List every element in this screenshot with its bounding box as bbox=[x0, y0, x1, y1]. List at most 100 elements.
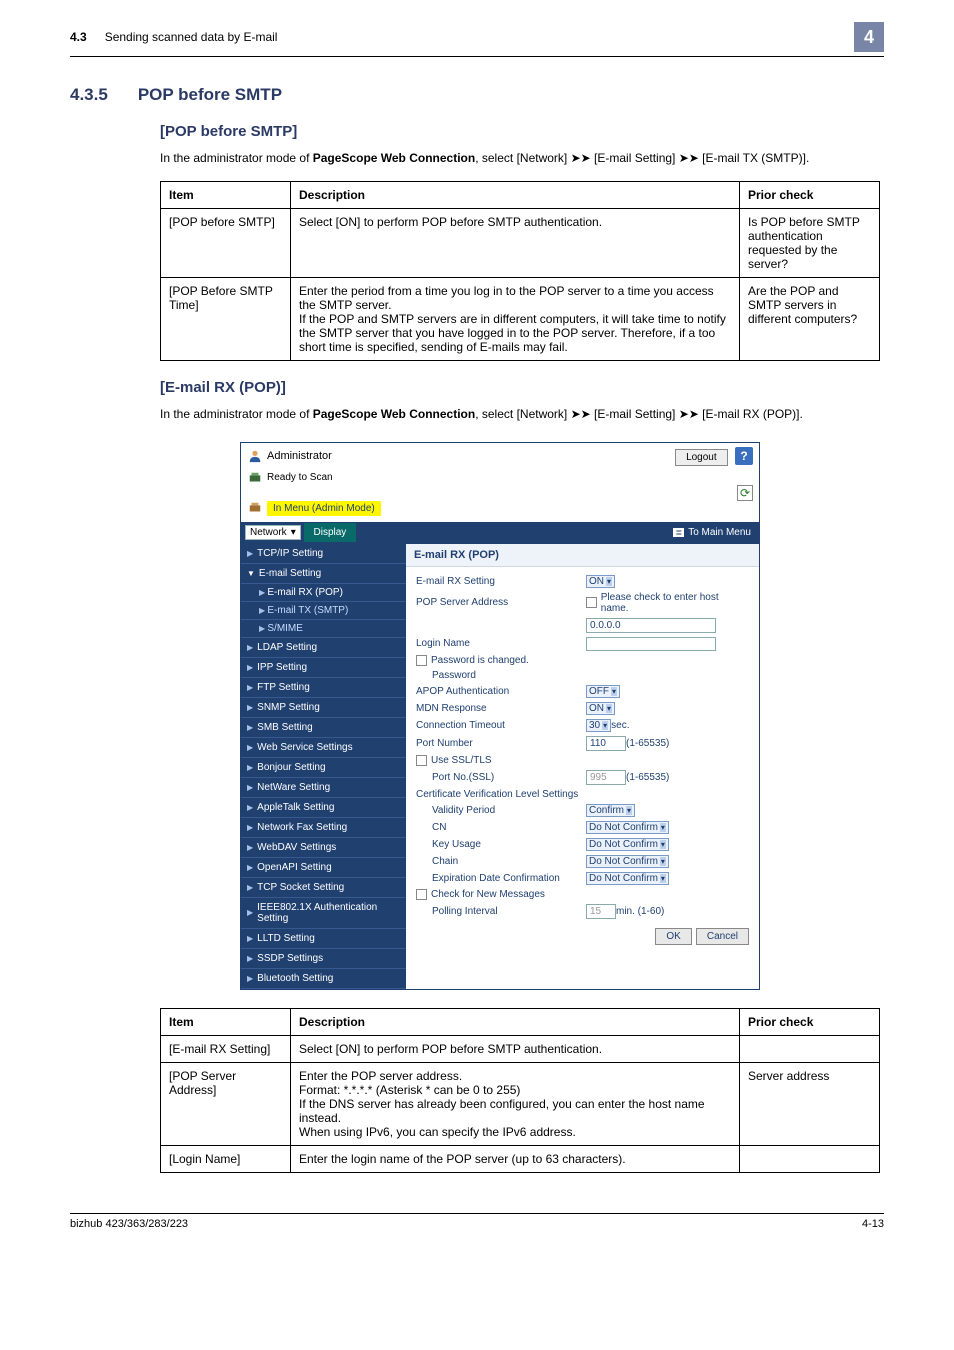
sidebar-item-tcpsock[interactable]: TCP Socket Setting bbox=[241, 878, 406, 898]
row-popaddr: POP Server Address Please check to enter … bbox=[416, 590, 749, 616]
row-chain: ChainDo Not Confirm▾ bbox=[416, 853, 749, 870]
select-chain[interactable]: Do Not Confirm▾ bbox=[586, 855, 669, 868]
sidebar-item-webservice[interactable]: Web Service Settings bbox=[241, 738, 406, 758]
select-mdn[interactable]: ON▾ bbox=[586, 702, 615, 715]
table-row: [POP Before SMTP Time] Enter the period … bbox=[161, 278, 880, 361]
sidebar-item-webdav[interactable]: WebDAV Settings bbox=[241, 838, 406, 858]
select-rxsetting[interactable]: ON▾ bbox=[586, 575, 615, 588]
row-usessl: Use SSL/TLS bbox=[416, 753, 749, 768]
refresh-button[interactable]: ⟳ bbox=[737, 485, 753, 501]
row-timeout: Connection Timeout30▾ sec. bbox=[416, 717, 749, 734]
ready-badge: Ready to Scan bbox=[247, 471, 381, 485]
td-item: [POP Server Address] bbox=[161, 1062, 291, 1145]
val: Do Not Confirm bbox=[589, 839, 658, 850]
table-row: [Login Name] Enter the login name of the… bbox=[161, 1145, 880, 1172]
val: OFF bbox=[589, 686, 609, 697]
row-cert: Certificate Verification Level Settings bbox=[416, 787, 749, 802]
ready-text: Ready to Scan bbox=[267, 472, 333, 483]
chevron-down-icon: ▾ bbox=[606, 704, 612, 713]
lbl-validity: Validity Period bbox=[416, 805, 586, 816]
admin-label: Administrator bbox=[247, 449, 332, 463]
table-row: [POP Server Address] Enter the POP serve… bbox=[161, 1062, 880, 1145]
td-item: [POP before SMTP] bbox=[161, 209, 291, 278]
lbl-apop: APOP Authentication bbox=[416, 686, 586, 697]
table-pop-before-smtp: Item Description Prior check [POP before… bbox=[160, 181, 880, 361]
sidebar-item-ftp[interactable]: FTP Setting bbox=[241, 678, 406, 698]
lbl-popaddr: POP Server Address bbox=[416, 597, 586, 608]
cancel-button[interactable]: Cancel bbox=[696, 928, 749, 945]
select-apop[interactable]: OFF▾ bbox=[586, 685, 620, 698]
sidebar-item-netware[interactable]: NetWare Setting bbox=[241, 778, 406, 798]
note-hostname: Please check to enter host name. bbox=[601, 592, 749, 614]
select-timeout[interactable]: 30▾ bbox=[586, 719, 611, 732]
select-expdate[interactable]: Do Not Confirm▾ bbox=[586, 872, 669, 885]
top-right: Logout ? bbox=[675, 447, 753, 465]
help-button[interactable]: ? bbox=[735, 447, 753, 465]
input-polling[interactable]: 15 bbox=[586, 904, 616, 919]
sidebar-item-lltd[interactable]: LLTD Setting bbox=[241, 929, 406, 949]
td-item: [E-mail RX Setting] bbox=[161, 1035, 291, 1062]
row-popval: 0.0.0.0 bbox=[416, 616, 749, 635]
val: Do Not Confirm bbox=[589, 873, 658, 884]
logout-button[interactable]: Logout bbox=[675, 449, 728, 466]
row-rxsetting: E-mail RX SettingON▾ bbox=[416, 573, 749, 590]
sidebar-item-openapi[interactable]: OpenAPI Setting bbox=[241, 858, 406, 878]
intro-a-2: , select [Network] ➤➤ [E-mail Setting] ➤… bbox=[475, 151, 809, 165]
sidebar-sub-smime[interactable]: S/MIME bbox=[241, 620, 406, 638]
page-header: 4.3 Sending scanned data by E-mail 4 bbox=[70, 22, 884, 52]
ss-body: TCP/IP Setting E-mail Setting E-mail RX … bbox=[241, 544, 759, 989]
lbl-polling: Polling Interval bbox=[416, 906, 586, 917]
sidebar-item-appletalk[interactable]: AppleTalk Setting bbox=[241, 798, 406, 818]
sidebar-item-snmp[interactable]: SNMP Setting bbox=[241, 698, 406, 718]
row-keyusage: Key UsageDo Not Confirm▾ bbox=[416, 836, 749, 853]
h2-title: POP before SMTP bbox=[138, 85, 282, 105]
nav-category-select[interactable]: Network▾ bbox=[245, 525, 301, 540]
sidebar-item-ieee[interactable]: IEEE802.1X Authentication Setting bbox=[241, 898, 406, 929]
sidebar-item-ldap[interactable]: LDAP Setting bbox=[241, 638, 406, 658]
ok-button[interactable]: OK bbox=[655, 928, 691, 945]
intro-b-bold: PageScope Web Connection bbox=[313, 407, 475, 421]
sidebar-item-bonjour[interactable]: Bonjour Setting bbox=[241, 758, 406, 778]
select-keyusage[interactable]: Do Not Confirm▾ bbox=[586, 838, 669, 851]
sidebar-item-smb[interactable]: SMB Setting bbox=[241, 718, 406, 738]
check-usessl[interactable] bbox=[416, 755, 427, 766]
input-portssl[interactable]: 995 bbox=[586, 770, 626, 785]
sidebar-item-ipp[interactable]: IPP Setting bbox=[241, 658, 406, 678]
chevron-down-icon: ▾ bbox=[626, 806, 632, 815]
select-validity[interactable]: Confirm▾ bbox=[586, 804, 635, 817]
sidebar-item-tcpip[interactable]: TCP/IP Setting bbox=[241, 544, 406, 564]
lbl-password: Password bbox=[416, 670, 586, 681]
sidebar-sub-rxpop[interactable]: E-mail RX (POP) bbox=[241, 584, 406, 602]
to-main-menu-button[interactable]: ≣ To Main Menu bbox=[673, 527, 759, 538]
check-pwchanged[interactable] bbox=[416, 655, 427, 666]
row-login: Login Name bbox=[416, 635, 749, 653]
check-hostname[interactable] bbox=[586, 597, 597, 608]
th-item: Item bbox=[161, 1008, 291, 1035]
sidebar-item-email[interactable]: E-mail Setting bbox=[241, 564, 406, 584]
th-prior: Prior check bbox=[740, 182, 880, 209]
chapter-box: 4 bbox=[854, 22, 884, 52]
td-desc: Enter the period from a time you log in … bbox=[291, 278, 740, 361]
lbl-cert: Certificate Verification Level Settings bbox=[416, 789, 578, 800]
check-newmsg[interactable] bbox=[416, 889, 427, 900]
select-cn[interactable]: Do Not Confirm▾ bbox=[586, 821, 669, 834]
input-popaddr[interactable]: 0.0.0.0 bbox=[586, 618, 716, 633]
person-icon bbox=[247, 449, 263, 463]
sidebar-item-netfax[interactable]: Network Fax Setting bbox=[241, 818, 406, 838]
lbl-usessl: Use SSL/TLS bbox=[431, 755, 492, 766]
row-apop: APOP AuthenticationOFF▾ bbox=[416, 683, 749, 700]
status-left: Ready to Scan In Menu (Admin Mode) bbox=[247, 471, 381, 516]
lbl-checknew: Check for New Messages bbox=[431, 889, 545, 900]
ss-sidebar: TCP/IP Setting E-mail Setting E-mail RX … bbox=[241, 544, 406, 989]
display-button[interactable]: Display bbox=[304, 523, 357, 542]
td-desc: Select [ON] to perform POP before SMTP a… bbox=[291, 209, 740, 278]
input-login[interactable] bbox=[586, 637, 716, 651]
chevron-down-icon: ▾ bbox=[602, 721, 608, 730]
sidebar-sub-txsmtp[interactable]: E-mail TX (SMTP) bbox=[241, 602, 406, 620]
input-port[interactable]: 110 bbox=[586, 736, 626, 751]
sidebar-item-bluetooth[interactable]: Bluetooth Setting bbox=[241, 969, 406, 989]
footer-model: bizhub 423/363/283/223 bbox=[70, 1218, 188, 1230]
sidebar-item-ssdp[interactable]: SSDP Settings bbox=[241, 949, 406, 969]
row-expdate: Expiration Date ConfirmationDo Not Confi… bbox=[416, 870, 749, 887]
table-row: [POP before SMTP] Select [ON] to perform… bbox=[161, 209, 880, 278]
